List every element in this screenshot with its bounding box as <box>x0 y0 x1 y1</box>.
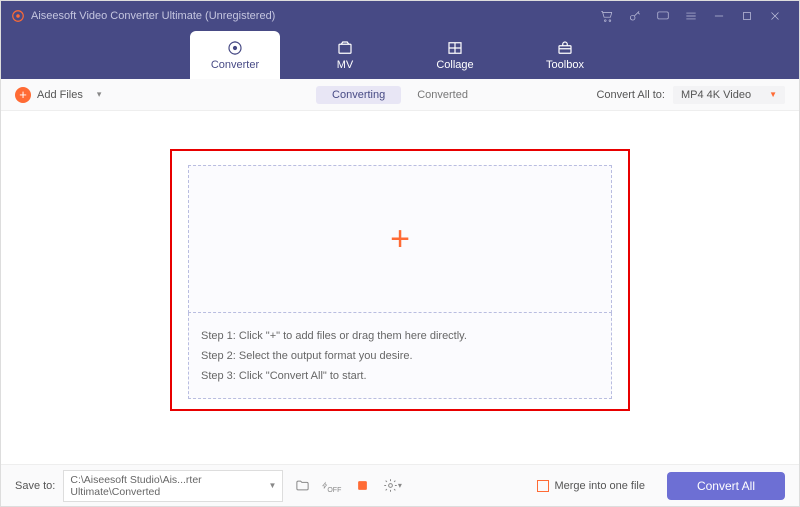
content-area: + Step 1: Click "+" to add files or drag… <box>1 111 799 464</box>
plus-icon: + <box>15 87 31 103</box>
add-plus-icon: + <box>390 222 410 256</box>
tab-label: MV <box>337 59 354 71</box>
tab-mv[interactable]: MV <box>300 31 390 79</box>
checkbox-icon <box>537 480 549 492</box>
step-1: Step 1: Click "+" to add files or drag t… <box>201 330 599 342</box>
step-2: Step 2: Select the output format you des… <box>201 350 599 362</box>
gpu-accel-icon[interactable] <box>351 476 373 496</box>
save-to-label: Save to: <box>15 480 55 492</box>
seg-converting[interactable]: Converting <box>316 86 401 104</box>
seg-converted[interactable]: Converted <box>401 86 484 104</box>
app-window: Aiseesoft Video Converter Ultimate (Unre… <box>0 0 800 507</box>
output-format-select[interactable]: MP4 4K Video ▼ <box>673 86 785 104</box>
status-segmented: Converting Converted <box>316 86 484 104</box>
settings-icon[interactable]: ▾ <box>381 476 403 496</box>
secondary-toolbar: + Add Files ▾ Converting Converted Conve… <box>1 79 799 111</box>
step-3: Step 3: Click "Convert All" to start. <box>201 370 599 382</box>
footer-bar: Save to: C:\Aiseesoft Studio\Ais...rter … <box>1 464 799 506</box>
convert-all-to-label: Convert All to: <box>596 89 664 101</box>
tab-converter[interactable]: Converter <box>190 31 280 79</box>
instruction-steps: Step 1: Click "+" to add files or drag t… <box>188 313 612 399</box>
minimize-icon[interactable] <box>705 1 733 31</box>
merge-checkbox[interactable]: Merge into one file <box>537 480 645 492</box>
save-path-value: C:\Aiseesoft Studio\Ais...rter Ultimate\… <box>70 474 268 498</box>
tab-label: Collage <box>436 59 473 71</box>
tab-toolbox[interactable]: Toolbox <box>520 31 610 79</box>
collage-icon <box>446 39 464 57</box>
drop-zone[interactable]: + <box>188 165 612 313</box>
chevron-down-icon[interactable]: ▾ <box>97 89 102 100</box>
mv-icon <box>336 39 354 57</box>
save-path-select[interactable]: C:\Aiseesoft Studio\Ais...rter Ultimate\… <box>63 470 283 502</box>
tab-label: Converter <box>211 59 259 71</box>
toolbox-icon <box>556 39 574 57</box>
converter-icon <box>226 39 244 57</box>
merge-label: Merge into one file <box>554 480 645 492</box>
chevron-down-icon: ▼ <box>268 481 276 490</box>
feedback-icon[interactable] <box>649 1 677 31</box>
cart-icon[interactable] <box>593 1 621 31</box>
key-icon[interactable] <box>621 1 649 31</box>
chevron-down-icon: ▼ <box>769 90 777 99</box>
title-bar: Aiseesoft Video Converter Ultimate (Unre… <box>1 1 799 31</box>
open-folder-icon[interactable] <box>291 476 313 496</box>
main-tabs: Converter MV Collage Toolbox <box>1 31 799 79</box>
maximize-icon[interactable] <box>733 1 761 31</box>
highlight-box: + Step 1: Click "+" to add files or drag… <box>170 149 630 411</box>
format-value: MP4 4K Video <box>681 89 751 101</box>
app-logo-icon <box>11 9 25 23</box>
app-title: Aiseesoft Video Converter Ultimate (Unre… <box>31 10 275 22</box>
tab-label: Toolbox <box>546 59 584 71</box>
add-files-label: Add Files <box>37 89 83 101</box>
high-speed-icon[interactable]: OFF <box>321 476 343 496</box>
convert-all-button[interactable]: Convert All <box>667 472 785 500</box>
tab-collage[interactable]: Collage <box>410 31 500 79</box>
add-files-button[interactable]: + Add Files ▾ <box>15 87 101 103</box>
menu-icon[interactable] <box>677 1 705 31</box>
close-icon[interactable] <box>761 1 789 31</box>
